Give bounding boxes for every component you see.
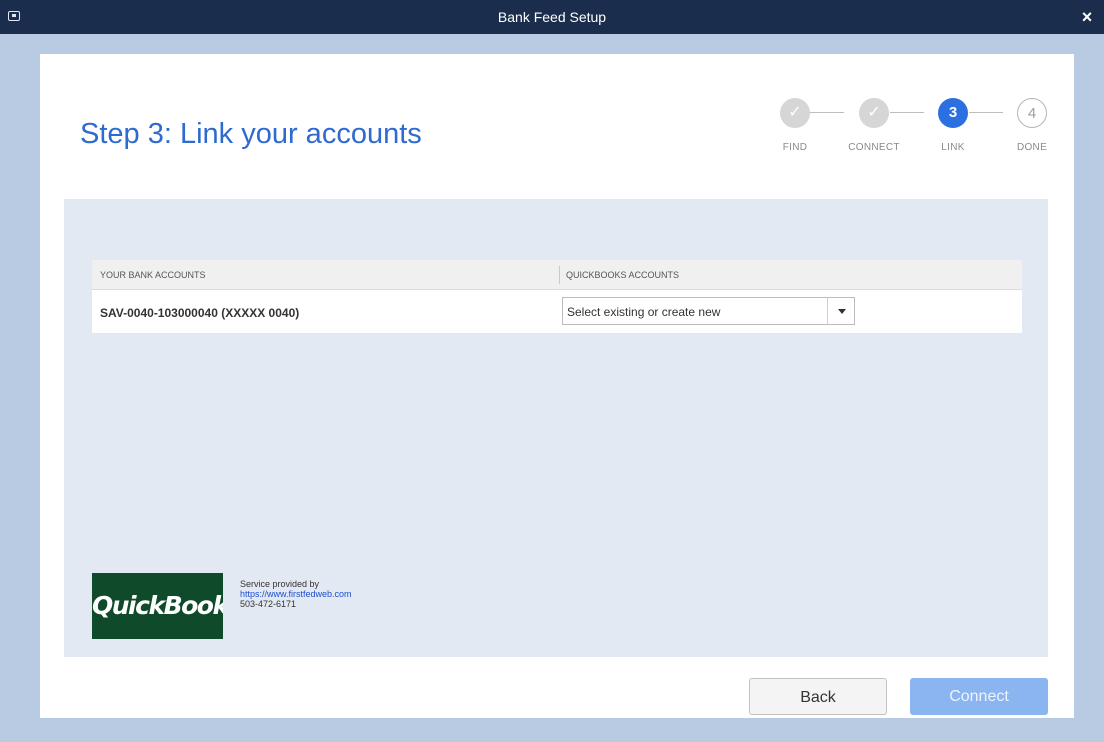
quickbooks-account-select[interactable]: Select existing or create new [562,297,855,325]
chevron-down-icon[interactable] [827,298,854,324]
select-value: Select existing or create new [567,305,721,319]
step-connect: ✓ CONNECT [844,98,904,153]
back-button[interactable]: Back [749,678,887,715]
service-provider-info: Service provided by https://www.firstfed… [240,579,352,609]
link-accounts-panel: YOUR BANK ACCOUNTS QUICKBOOKS ACCOUNTS S… [64,199,1048,657]
provider-url-link[interactable]: https://www.firstfedweb.com [240,589,352,599]
step-number: 4 [1017,98,1047,128]
step-label: DONE [1016,142,1048,153]
service-label: Service provided by [240,579,320,589]
accounts-table: YOUR BANK ACCOUNTS QUICKBOOKS ACCOUNTS S… [92,260,1022,333]
table-row: SAV-0040-103000040 (XXXXX 0040) Select e… [92,290,1022,333]
page-title: Step 3: Link your accounts [80,118,422,150]
content-card: Step 3: Link your accounts ✓ FIND ✓ CONN… [40,54,1074,718]
progress-stepper: ✓ FIND ✓ CONNECT 3 LINK 4 DONE [762,98,1047,168]
step-number: 3 [938,98,968,128]
dialog-body: Step 3: Link your accounts ✓ FIND ✓ CONN… [8,34,1096,742]
table-header: YOUR BANK ACCOUNTS QUICKBOOKS ACCOUNTS [92,260,1022,290]
step-label: FIND [782,142,808,153]
window-title: Bank Feed Setup [497,9,607,25]
check-icon: ✓ [780,98,810,128]
column-header-quickbooks-accounts: QUICKBOOKS ACCOUNTS [566,270,680,280]
step-link: 3 LINK [923,98,983,153]
close-icon[interactable]: × [1076,0,1098,34]
connect-button[interactable]: Connect [910,678,1048,715]
step-label: CONNECT [848,142,900,153]
step-done: 4 DONE [1002,98,1062,153]
provider-logo: QuickBooks [92,573,223,639]
column-header-bank-accounts: YOUR BANK ACCOUNTS [100,270,206,280]
column-divider [559,266,560,284]
step-find: ✓ FIND [765,98,825,153]
bank-account-name: SAV-0040-103000040 (XXXXX 0040) [100,306,300,320]
check-icon: ✓ [859,98,889,128]
title-bar: Bank Feed Setup × [0,0,1104,34]
step-label: LINK [941,142,965,153]
provider-phone: 503-472-6171 [240,599,297,609]
